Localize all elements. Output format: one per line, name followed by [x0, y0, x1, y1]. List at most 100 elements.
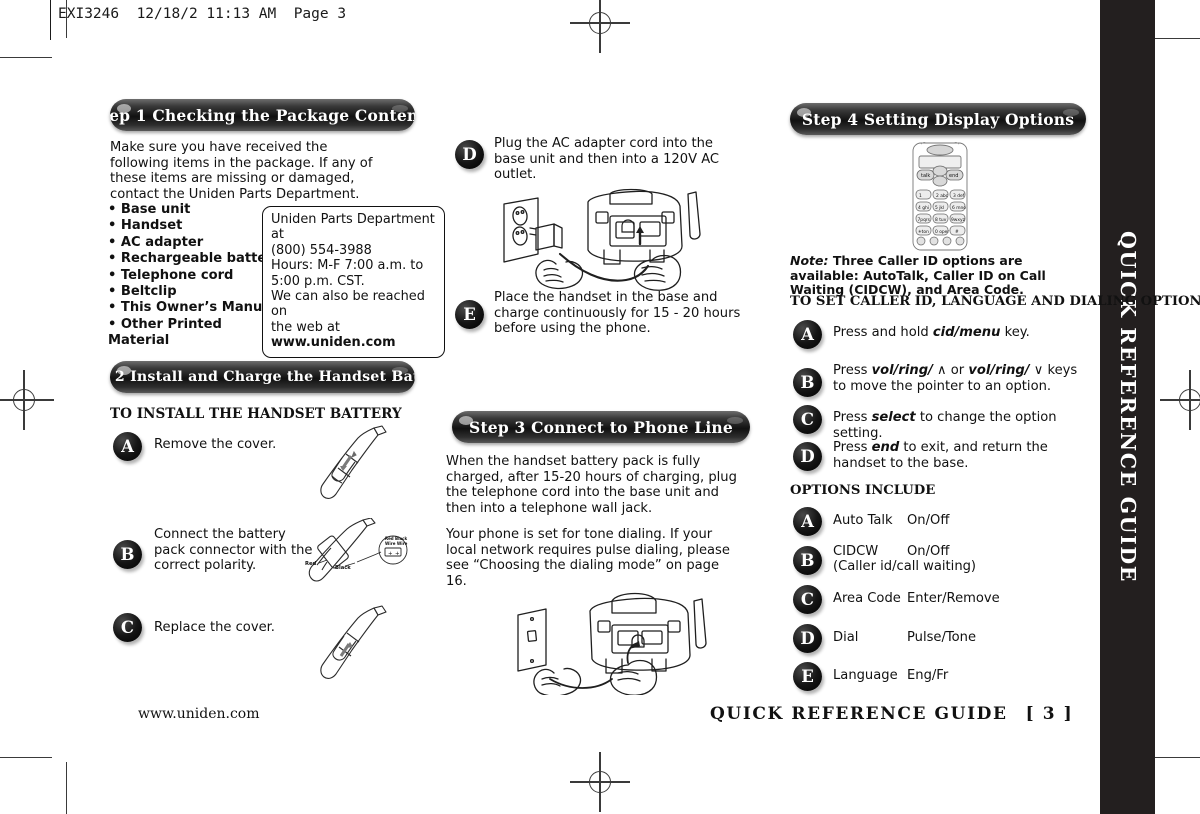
registration-mark-bottom	[570, 752, 630, 812]
step-3-header: Step 3 Connect to Phone Line	[452, 411, 750, 443]
parts-line-4: 5:00 p.m. CST.	[271, 273, 365, 289]
step-4-b-mid: ∧ or	[932, 363, 969, 378]
list-item: • Beltclip	[108, 284, 177, 300]
step-2-b-text: Connect the battery pack connector with …	[154, 527, 313, 574]
option-value-auto-talk: On/Off	[907, 513, 950, 528]
phone-line-connection-illustration	[500, 583, 712, 695]
registration-mark-top	[570, 0, 630, 53]
list-item: • AC adapter	[108, 234, 204, 250]
crop-mark-right-top-h	[1155, 38, 1200, 40]
step-badge-d-letter: D	[462, 145, 477, 164]
step-4-header: Step 4 Setting Display Options	[790, 103, 1086, 135]
svg-text:✳ton: ✳ton	[918, 229, 929, 235]
step-4-subhead: TO SET CALLER ID, LANGUAGE AND DIALING O…	[790, 294, 1200, 309]
step-4-d-text: Press end to exit, and return the handse…	[833, 440, 1083, 471]
step-4-a-text: Press and hold cid/menu key.	[833, 325, 1083, 341]
parts-web-url: www.uniden.com	[271, 335, 396, 351]
end-key-label: end	[949, 173, 958, 179]
list-item: • This Owner’s Manual	[108, 300, 276, 316]
option-badge-d: D	[793, 624, 822, 653]
option-name-area-code: Area Code	[833, 591, 901, 606]
option-step-badge-d-letter: D	[800, 447, 815, 466]
option-step-badge-c-letter: C	[800, 410, 815, 429]
option-name-dial: Dial	[833, 630, 859, 645]
step-4-d-pre: Press	[833, 440, 872, 455]
step-2-c-text: Replace the cover.	[154, 620, 275, 635]
caller-id-note: Note: Three Caller ID options are availa…	[790, 253, 1090, 298]
step-d-text: Plug the AC adapter cord into the base u…	[494, 136, 720, 183]
option-name-auto-talk: Auto Talk	[833, 513, 893, 528]
step-2-subhead: TO INSTALL THE HANDSET BATTERY	[110, 406, 402, 422]
svg-text:4 ghi: 4 ghi	[918, 205, 929, 211]
wire-label-black: Black	[335, 565, 351, 571]
svg-text:+: +	[395, 551, 400, 557]
step-3-heading-text: Step 3 Connect to Phone Line	[469, 417, 733, 437]
step-4-c-key: select	[871, 410, 916, 425]
step-3-paragraph-2: Your phone is set for tone dialing. If y…	[446, 527, 730, 589]
svg-text:#: #	[955, 229, 959, 235]
file-header-text: EXI3246 12/18/2 11:13 AM Page 3	[58, 6, 347, 22]
svg-text:1: 1	[919, 193, 922, 199]
crop-mark-bottom-left	[66, 762, 68, 814]
step-3-paragraph-1: When the handset battery pack is fully c…	[446, 454, 737, 516]
step-2-a-text: Remove the cover.	[154, 437, 277, 452]
option-step-badge-a-letter: A	[801, 325, 814, 344]
registration-mark-left	[0, 370, 54, 430]
svg-text:2 abc: 2 abc	[936, 193, 949, 199]
note-label: Note:	[790, 253, 829, 268]
option-value-area-code: Enter/Remove	[907, 591, 1000, 606]
step-4-heading-text: Step 4 Setting Display Options	[801, 109, 1075, 129]
step-4-b-text: Press vol/ring/ ∧ or vol/ring/ ∨ keys to…	[833, 363, 1088, 394]
step-badge-e-letter: E	[463, 305, 476, 324]
step-badge-c-letter: C	[120, 618, 135, 637]
step-2-header: Step 2 Install and Charge the Handset Ba…	[110, 361, 415, 393]
battery-polarity-illustration: Red Black Wire Wire + + Red Black	[305, 518, 415, 593]
option-badge-a: A	[793, 507, 822, 536]
crop-mark-right-bottom-h	[1155, 757, 1200, 759]
step-4-b-key1: vol/ring/	[871, 363, 933, 378]
option-badge-e: E	[793, 662, 822, 691]
options-include-subhead: OPTIONS INCLUDE	[790, 483, 936, 498]
option-name-cidcw: CIDCW	[833, 544, 879, 559]
step-4-a-pre: Press and hold	[833, 325, 933, 340]
crop-mark-left-bottom-h	[0, 757, 52, 759]
crop-mark-left-top-h	[0, 57, 52, 59]
step-4-b-key2: vol/ring/	[968, 363, 1030, 378]
list-item: • Base unit	[108, 202, 191, 217]
parts-web-prefix: the web at	[271, 319, 340, 335]
option-badge-a-letter: A	[801, 512, 814, 531]
svg-text:3 def: 3 def	[953, 193, 965, 199]
step-2-heading-text: Step 2 Install and Charge the Handset Ba…	[110, 369, 415, 385]
option-badge-b-letter: B	[800, 551, 815, 570]
svg-text:0 oper: 0 oper	[935, 229, 949, 235]
step-4-c-text: Press select to change the option settin…	[833, 410, 1088, 441]
option-badge-b: B	[793, 546, 822, 575]
option-step-badge-a: A	[793, 320, 822, 349]
step-badge-a: A	[113, 432, 142, 461]
option-name-language: Language	[833, 668, 898, 683]
option-badge-d-letter: D	[800, 629, 815, 648]
svg-text:6 mno: 6 mno	[952, 205, 966, 211]
list-item: • Other Printed	[108, 316, 222, 332]
svg-text:9wxyz: 9wxyz	[951, 217, 966, 223]
detail-label-sub: Wire Wire	[385, 541, 408, 546]
step-4-a-post: key.	[1000, 325, 1030, 340]
ac-adapter-connection-illustration	[492, 188, 714, 300]
handset-replace-cover-illustration	[312, 604, 412, 686]
option-badge-c: C	[793, 585, 822, 614]
list-item: • Telephone cord	[108, 267, 234, 283]
option-value-language: Eng/Fr	[907, 668, 949, 683]
step-badge-c: C	[113, 613, 142, 642]
parts-line-3: Hours: M-F 7:00 a.m. to	[271, 258, 424, 274]
step-badge-a-letter: A	[121, 437, 134, 456]
talk-key-label: talk	[921, 173, 930, 179]
list-item: • Rechargeable battery	[108, 251, 282, 267]
option-step-badge-d: D	[793, 442, 822, 471]
step-1-intro: Make sure you have received the followin…	[110, 140, 373, 202]
footer-guide-title: QUICK REFERENCE GUIDE [ 3 ]	[710, 704, 1073, 724]
footer-page-number: [ 3 ]	[1025, 704, 1074, 724]
option-step-badge-b-letter: B	[800, 373, 815, 392]
svg-text:+: +	[388, 551, 393, 557]
list-item: • Handset	[108, 218, 183, 234]
side-tab: QUICK REFERENCE GUIDE	[1100, 0, 1155, 814]
